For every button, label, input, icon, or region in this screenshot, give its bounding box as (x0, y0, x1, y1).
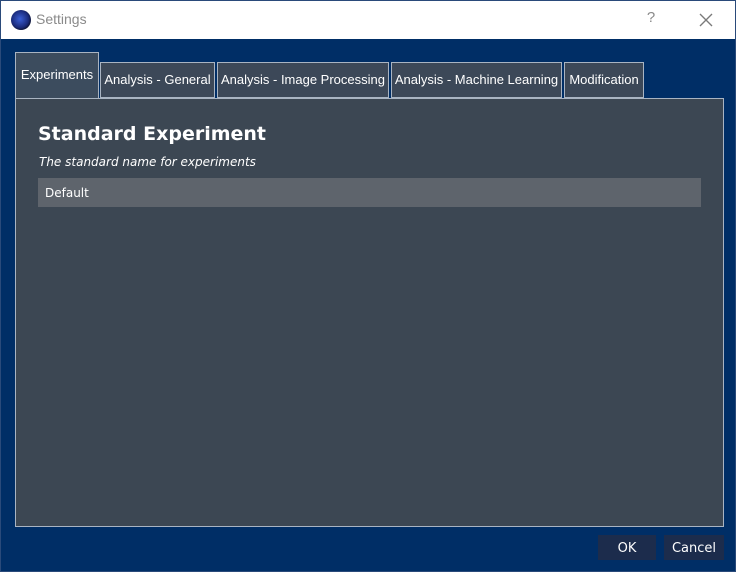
cancel-button[interactable]: Cancel (664, 535, 724, 560)
experiments-panel: Standard Experiment The standard name fo… (15, 98, 724, 527)
setting-title: Standard Experiment (38, 123, 267, 145)
ok-button[interactable]: OK (598, 535, 656, 560)
tab-analysis-general[interactable]: Analysis - General (100, 62, 215, 98)
tab-experiments[interactable]: Experiments (15, 52, 99, 99)
window-title: Settings (36, 11, 87, 27)
tab-analysis-image-processing[interactable]: Analysis - Image Processing (217, 62, 389, 98)
tab-modification[interactable]: Modification (564, 62, 644, 98)
help-button[interactable]: ? (643, 9, 659, 29)
standard-experiment-input[interactable] (38, 178, 701, 207)
app-logo-icon (11, 10, 31, 30)
setting-description: The standard name for experiments (39, 155, 256, 169)
settings-dialog: Settings ? Experiments Analysis - Genera… (0, 0, 736, 572)
close-icon[interactable] (697, 11, 715, 29)
tab-analysis-machine-learning[interactable]: Analysis - Machine Learning (391, 62, 562, 98)
title-bar: Settings ? (1, 1, 735, 39)
